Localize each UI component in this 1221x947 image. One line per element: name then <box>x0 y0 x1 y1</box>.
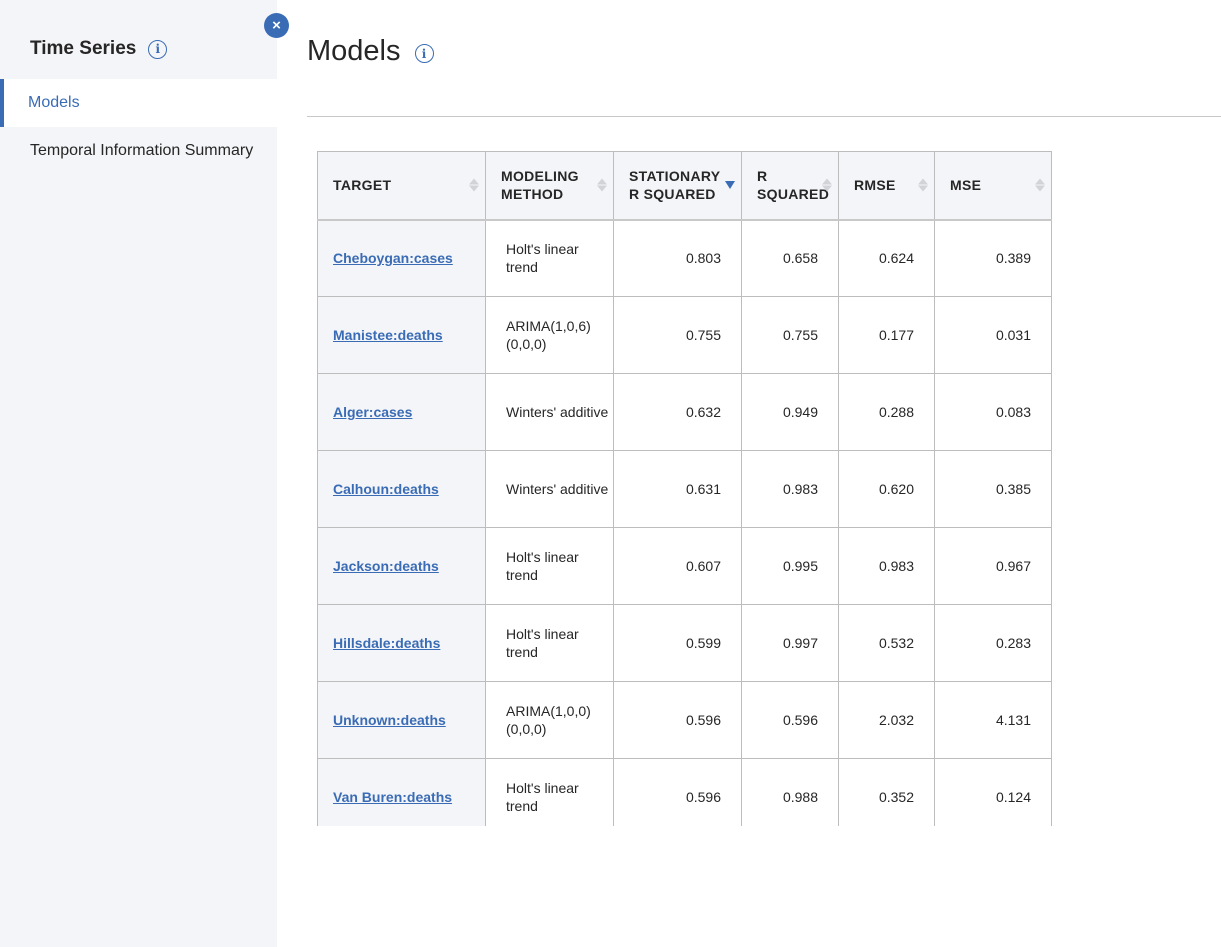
target-cell: Van Buren:deaths <box>317 758 486 826</box>
column-header-label: TARGET <box>333 177 392 194</box>
mse-cell: 0.124 <box>934 758 1052 826</box>
sidebar-title: Time Series <box>30 38 137 59</box>
method-cell: Holt's linear trend <box>485 604 614 682</box>
column-header-label: RMSE <box>854 177 896 194</box>
method-cell: ARIMA(1,0,0)(0,0,0) <box>485 681 614 759</box>
column-header-stationary-r-squared[interactable]: STATIONARY R SQUARED <box>613 151 742 221</box>
mse-cell: 0.385 <box>934 450 1052 528</box>
column-header-r-squared[interactable]: R SQUARED <box>741 151 839 221</box>
sidebar-header: Time Series i <box>30 38 168 60</box>
page-header: Models i <box>307 35 434 68</box>
table-row: Alger:cases Winters' additive 0.632 0.94… <box>317 373 1052 451</box>
sort-icon <box>822 178 832 192</box>
target-link[interactable]: Alger:cases <box>333 404 412 420</box>
target-cell: Unknown:deaths <box>317 681 486 759</box>
rmse-cell: 0.288 <box>838 373 935 451</box>
target-cell: Alger:cases <box>317 373 486 451</box>
target-cell: Jackson:deaths <box>317 527 486 605</box>
rmse-cell: 2.032 <box>838 681 935 759</box>
sort-icon <box>597 178 607 192</box>
method-cell: Winters' additive <box>485 450 614 528</box>
target-cell: Manistee:deaths <box>317 296 486 374</box>
target-cell: Cheboygan:cases <box>317 219 486 297</box>
rmse-cell: 0.352 <box>838 758 935 826</box>
sidebar-item-models[interactable]: Models <box>0 79 277 127</box>
divider <box>307 116 1221 117</box>
target-link[interactable]: Cheboygan:cases <box>333 250 453 266</box>
info-icon[interactable]: i <box>414 44 434 63</box>
close-sidebar-button[interactable]: × <box>264 13 289 38</box>
stationary-r-squared-cell: 0.632 <box>613 373 742 451</box>
target-link[interactable]: Hillsdale:deaths <box>333 635 440 651</box>
target-link[interactable]: Unknown:deaths <box>333 712 446 728</box>
sidebar-item-label: Models <box>28 94 80 111</box>
sort-descending-icon <box>725 181 735 190</box>
table-row: Cheboygan:cases Holt's linear trend 0.80… <box>317 219 1052 297</box>
stationary-r-squared-cell: 0.607 <box>613 527 742 605</box>
table-row: Unknown:deaths ARIMA(1,0,0)(0,0,0) 0.596… <box>317 681 1052 759</box>
models-table-container: TARGET MODELING METHOD STATIONARY R SQUA… <box>317 151 1065 826</box>
table-row: Van Buren:deaths Holt's linear trend 0.5… <box>317 758 1052 826</box>
r-squared-cell: 0.949 <box>741 373 839 451</box>
method-cell: Winters' additive <box>485 373 614 451</box>
method-cell: Holt's linear trend <box>485 758 614 826</box>
stationary-r-squared-cell: 0.596 <box>613 758 742 826</box>
r-squared-cell: 0.988 <box>741 758 839 826</box>
r-squared-cell: 0.596 <box>741 681 839 759</box>
method-cell: Holt's linear trend <box>485 219 614 297</box>
column-header-mse[interactable]: MSE <box>934 151 1052 221</box>
sidebar: Time Series i Models Temporal Informatio… <box>0 0 277 947</box>
rmse-cell: 0.177 <box>838 296 935 374</box>
models-table: TARGET MODELING METHOD STATIONARY R SQUA… <box>317 151 1052 826</box>
method-cell: Holt's linear trend <box>485 527 614 605</box>
sort-icon <box>1035 178 1045 192</box>
r-squared-cell: 0.658 <box>741 219 839 297</box>
stationary-r-squared-cell: 0.631 <box>613 450 742 528</box>
target-link[interactable]: Van Buren:deaths <box>333 789 452 805</box>
column-header-label: MSE <box>950 177 982 194</box>
rmse-cell: 0.532 <box>838 604 935 682</box>
rmse-cell: 0.624 <box>838 219 935 297</box>
rmse-cell: 0.620 <box>838 450 935 528</box>
column-header-target[interactable]: TARGET <box>317 151 486 221</box>
table-row: Calhoun:deaths Winters' additive 0.631 0… <box>317 450 1052 528</box>
sort-icon <box>918 178 928 192</box>
column-header-label: R SQUARED <box>757 168 830 203</box>
mse-cell: 0.389 <box>934 219 1052 297</box>
sidebar-item-label: Temporal Information Summary <box>30 142 254 159</box>
mse-cell: 4.131 <box>934 681 1052 759</box>
r-squared-cell: 0.755 <box>741 296 839 374</box>
sidebar-item-temporal-information-summary[interactable]: Temporal Information Summary <box>0 127 277 175</box>
page-title: Models <box>307 35 401 67</box>
target-link[interactable]: Jackson:deaths <box>333 558 439 574</box>
info-icon[interactable]: i <box>148 39 168 59</box>
table-row: Manistee:deaths ARIMA(1,0,6)(0,0,0) 0.75… <box>317 296 1052 374</box>
column-header-label: MODELING METHOD <box>501 168 579 203</box>
stationary-r-squared-cell: 0.596 <box>613 681 742 759</box>
r-squared-cell: 0.983 <box>741 450 839 528</box>
target-link[interactable]: Manistee:deaths <box>333 327 443 343</box>
mse-cell: 0.031 <box>934 296 1052 374</box>
table-row: Hillsdale:deaths Holt's linear trend 0.5… <box>317 604 1052 682</box>
column-header-rmse[interactable]: RMSE <box>838 151 935 221</box>
column-header-modeling-method[interactable]: MODELING METHOD <box>485 151 614 221</box>
mse-cell: 0.083 <box>934 373 1052 451</box>
method-cell: ARIMA(1,0,6)(0,0,0) <box>485 296 614 374</box>
stationary-r-squared-cell: 0.755 <box>613 296 742 374</box>
mse-cell: 0.283 <box>934 604 1052 682</box>
target-cell: Hillsdale:deaths <box>317 604 486 682</box>
r-squared-cell: 0.995 <box>741 527 839 605</box>
sort-icon <box>469 178 479 192</box>
close-icon: × <box>272 17 281 34</box>
target-link[interactable]: Calhoun:deaths <box>333 481 439 497</box>
target-cell: Calhoun:deaths <box>317 450 486 528</box>
r-squared-cell: 0.997 <box>741 604 839 682</box>
stationary-r-squared-cell: 0.803 <box>613 219 742 297</box>
table-header-row: TARGET MODELING METHOD STATIONARY R SQUA… <box>317 151 1052 221</box>
rmse-cell: 0.983 <box>838 527 935 605</box>
mse-cell: 0.967 <box>934 527 1052 605</box>
stationary-r-squared-cell: 0.599 <box>613 604 742 682</box>
column-header-label: STATIONARY R SQUARED <box>629 168 721 203</box>
table-row: Jackson:deaths Holt's linear trend 0.607… <box>317 527 1052 605</box>
